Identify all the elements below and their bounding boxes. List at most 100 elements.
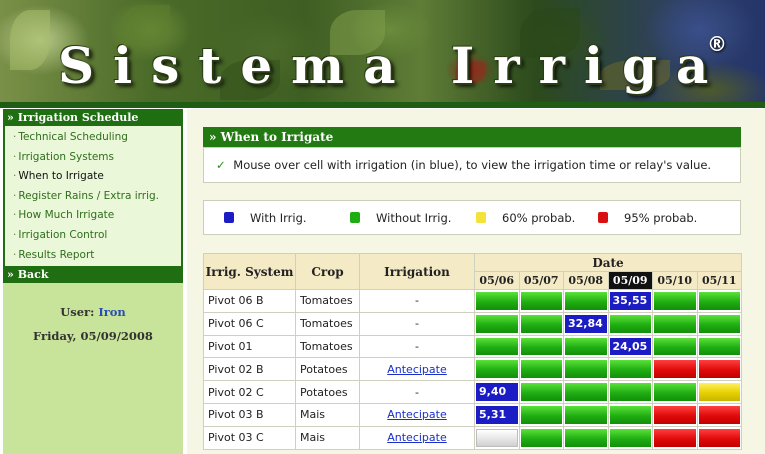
bullet-icon: · <box>13 150 17 163</box>
schedule-cell[interactable]: 32,84 <box>563 311 609 336</box>
irrigation-value-cell[interactable]: 24,05 <box>609 337 651 356</box>
sidebar-item-results-report[interactable]: · Results Report <box>5 246 181 266</box>
back-link[interactable]: » Back <box>3 266 183 284</box>
date-column-header: 05/07 <box>518 271 564 290</box>
status-cell <box>698 405 741 424</box>
bullet-icon: · <box>13 248 17 261</box>
hint-box: ✓ Mouse over cell with irrigation (in bl… <box>203 147 741 183</box>
schedule-cell <box>652 357 698 382</box>
schedule-cell <box>518 402 564 427</box>
legend-item-without-irrig: Without Irrig. <box>350 211 451 225</box>
status-cell <box>654 292 696 310</box>
status-cell <box>476 428 518 447</box>
irrigation-value-cell[interactable]: 32,84 <box>565 314 607 333</box>
irrigation-value-cell[interactable]: 9,40 <box>476 383 518 401</box>
schedule-cell <box>518 357 564 382</box>
green-swatch-icon <box>350 212 360 223</box>
table-row: Pivot 01 Tomatoes - 24,05 <box>203 334 743 359</box>
schedule-cell <box>518 289 564 313</box>
table-row: Pivot 06 B Tomatoes - 35,55 <box>203 289 743 313</box>
schedule-cell <box>518 334 564 359</box>
blue-swatch-icon <box>224 212 234 223</box>
status-cell <box>520 405 562 424</box>
table-row: Pivot 03 C Mais Antecipate <box>203 425 743 450</box>
schedule-cell <box>607 357 653 382</box>
sidebar-item-technical-scheduling[interactable]: · Technical Scheduling <box>5 128 181 148</box>
schedule-cell[interactable]: 35,55 <box>607 289 653 313</box>
table-row: Pivot 02 C Potatoes - 9,40 <box>203 380 743 404</box>
antecipate-link[interactable]: Antecipate <box>387 363 447 376</box>
irrigation-value: - <box>415 339 419 353</box>
schedule-cell <box>607 402 653 427</box>
status-cell <box>565 383 607 401</box>
status-cell <box>476 360 518 379</box>
date-column-header: 05/11 <box>696 271 743 290</box>
schedule-cell[interactable]: 24,05 <box>607 334 653 359</box>
status-cell <box>654 337 696 356</box>
irrigation-value: - <box>415 385 419 399</box>
status-cell <box>698 428 741 447</box>
schedule-cell <box>652 289 698 313</box>
status-cell <box>520 337 562 356</box>
table-body: Pivot 06 B Tomatoes -35,55 Pivot 06 C Tomato… <box>203 289 743 450</box>
schedule-cell <box>474 289 520 313</box>
sidebar-item-label: Irrigation Control <box>18 228 108 241</box>
schedule-cell <box>652 334 698 359</box>
schedule-cell <box>696 311 743 336</box>
system-cell: Pivot 02 C <box>203 380 296 404</box>
check-icon: ✓ <box>216 158 226 172</box>
irrigation-value: - <box>415 294 419 308</box>
irrigation-cell: - <box>359 334 475 359</box>
status-cell <box>565 337 607 356</box>
registered-mark: ® <box>707 32 727 56</box>
user-name: Iron <box>98 305 126 320</box>
sidebar-item-irrigation-systems[interactable]: · Irrigation Systems <box>5 148 181 168</box>
schedule-cell <box>563 334 609 359</box>
column-header-crop: Crop <box>295 253 360 290</box>
status-cell <box>698 337 741 356</box>
antecipate-link[interactable]: Antecipate <box>387 408 447 421</box>
section-title: » When to Irrigate <box>203 127 741 147</box>
legend-item-60-probab: 60% probab. <box>476 211 575 225</box>
schedule-cell <box>474 311 520 336</box>
schedule-cell[interactable]: 5,31 <box>474 402 520 427</box>
banner-foliage <box>10 10 50 70</box>
yellow-swatch-icon <box>476 212 486 223</box>
crop-cell: Mais <box>295 402 360 427</box>
sidebar-item-register-rains[interactable]: · Register Rains / Extra irrig. <box>5 187 181 207</box>
sidebar-item-irrigation-control[interactable]: · Irrigation Control <box>5 226 181 246</box>
column-header-date: Date <box>473 253 743 272</box>
antecipate-link[interactable]: Antecipate <box>387 431 447 444</box>
current-date: Friday, 05/09/2008 <box>33 329 153 344</box>
red-swatch-icon <box>598 212 608 223</box>
irrigation-value-cell[interactable]: 35,55 <box>609 292 651 310</box>
sidebar-item-label: Results Report <box>18 248 95 261</box>
legend-label: With Irrig. <box>250 211 307 225</box>
banner-divider <box>0 102 765 108</box>
system-cell: Pivot 01 <box>203 334 296 359</box>
schedule-cell <box>696 380 743 404</box>
irrigation-cell: - <box>359 289 475 313</box>
sidebar-header-irrigation-schedule[interactable]: » Irrigation Schedule <box>3 109 183 126</box>
schedule-cell <box>696 289 743 313</box>
system-cell: Pivot 02 B <box>203 357 296 382</box>
status-cell <box>609 360 651 379</box>
schedule-cell <box>563 380 609 404</box>
main-content: » When to Irrigate ✓ Mouse over cell wit… <box>187 109 765 454</box>
schedule-cell <box>696 425 743 450</box>
sidebar-item-how-much-irrigate[interactable]: · How Much Irrigate <box>5 206 181 226</box>
bullet-icon: · <box>13 170 17 183</box>
system-cell: Pivot 06 C <box>203 311 296 336</box>
irrigation-value-cell[interactable]: 5,31 <box>476 405 518 424</box>
status-cell <box>476 337 518 356</box>
sidebar-item-when-to-irrigate[interactable]: · When to Irrigate <box>5 167 181 187</box>
date-column-header: 05/09 <box>607 271 653 290</box>
irrigation-cell: Antecipate <box>359 402 475 427</box>
schedule-cell[interactable]: 9,40 <box>474 380 520 404</box>
sidebar-item-label: When to Irrigate <box>18 170 104 183</box>
crop-cell: Tomatoes <box>295 334 360 359</box>
status-cell <box>520 428 562 447</box>
date-column-header: 05/08 <box>563 271 609 290</box>
status-cell <box>654 383 696 401</box>
legend-item-with-irrig: With Irrig. <box>224 211 307 225</box>
